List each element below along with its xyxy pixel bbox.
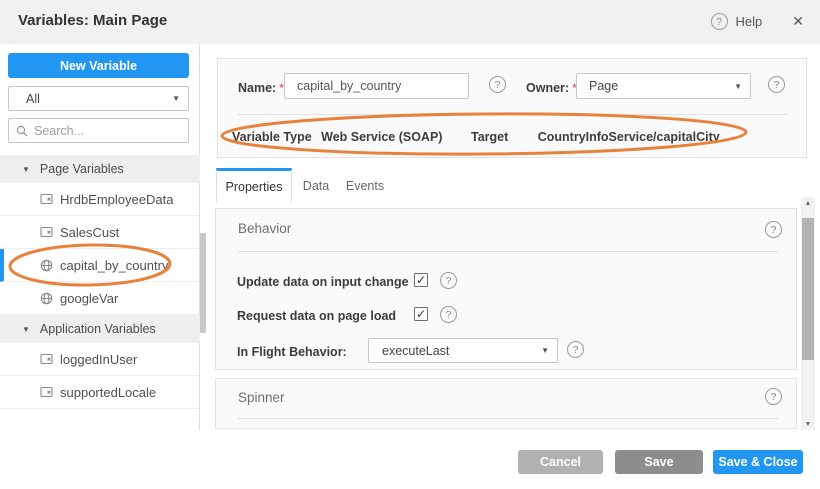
sidebar-item-label: capital_by_country [60,258,168,273]
sidebar-scrollbar-thumb[interactable] [200,233,206,333]
spinner-title: Spinner [238,390,285,405]
sidebar-item-label: googleVar [60,291,118,306]
in-flight-behavior-help-icon[interactable]: ? [567,341,584,358]
variable-type-value: Web Service (SOAP) [321,130,442,144]
section-collapse-icon: ▼ [22,325,30,334]
variable-summary-panel: Name:* capital_by_country ? Owner:* Page… [217,58,807,158]
section-divider [238,251,778,252]
update-data-label: Update data on input change [237,275,409,289]
sidebar-item-googlevar[interactable]: googleVar [0,282,199,315]
target-label: Target [471,130,508,144]
close-icon[interactable]: ✕ [792,13,804,30]
cancel-button[interactable]: Cancel [518,450,603,474]
name-label: Name: [238,81,276,95]
sidebar-item-salescust[interactable]: SalesCust [0,216,199,249]
properties-scrollbar[interactable]: ▲ ▼ [801,197,815,430]
in-flight-behavior-select[interactable]: executeLast ▼ [368,338,558,363]
section-page-variables[interactable]: ▼ Page Variables [0,155,200,183]
chevron-down-icon: ▼ [734,82,742,91]
name-help-icon[interactable]: ? [489,76,506,93]
section-application-variables[interactable]: ▼ Application Variables [0,315,200,343]
variables-dialog: Variables: Main Page ? Help ✕ New Variab… [0,0,820,489]
sidebar-item-supportedlocale[interactable]: supportedLocale [0,376,199,409]
filter-value: All [26,92,40,106]
save-button[interactable]: Save [615,450,703,474]
sidebar-item-capital-by-country[interactable]: capital_by_country [0,249,199,282]
array-variable-icon [40,226,53,238]
chevron-down-icon: ▼ [541,346,549,355]
request-data-help-icon[interactable]: ? [440,306,457,323]
name-field[interactable]: capital_by_country [284,73,469,99]
section-label: Page Variables [40,162,124,176]
spinner-help-icon[interactable]: ? [765,388,782,405]
owner-help-icon[interactable]: ? [768,76,785,93]
behavior-title: Behavior [238,221,291,236]
spinner-section: Spinner ? [215,378,797,429]
section-label: Application Variables [40,322,156,336]
variable-icon [40,386,53,398]
sidebar-item-label: SalesCust [60,225,119,240]
sidebar-item-hrdbemployeedata[interactable]: HrdbEmployeeData [0,183,199,216]
help-link[interactable]: Help [736,14,763,29]
update-data-checkbox[interactable]: ✓ [414,273,428,287]
tab-data[interactable]: Data [294,168,338,203]
search-icon [16,125,28,137]
name-value: capital_by_country [297,79,401,93]
request-data-label: Request data on page load [237,309,396,323]
variable-search[interactable] [8,118,189,143]
owner-select[interactable]: Page ▼ [576,73,751,99]
array-variable-icon [40,193,53,205]
in-flight-behavior-value: executeLast [382,344,449,358]
web-service-icon [40,259,53,272]
help-icon[interactable]: ? [711,13,728,30]
behavior-help-icon[interactable]: ? [765,221,782,238]
owner-value: Page [589,79,618,93]
sidebar-item-label: HrdbEmployeeData [60,192,173,207]
sidebar-item-label: loggedInUser [60,352,137,367]
section-collapse-icon: ▼ [22,165,30,174]
update-data-help-icon[interactable]: ? [440,272,457,289]
scroll-up-icon[interactable]: ▲ [801,197,815,209]
in-flight-behavior-label: In Flight Behavior: [237,345,347,359]
search-input[interactable] [34,124,174,138]
target-value: CountryInfoService/capitalCity [538,130,720,144]
request-data-checkbox[interactable]: ✓ [414,307,428,321]
variable-type-label: Variable Type [232,130,312,144]
scrollbar-thumb[interactable] [802,218,814,360]
chevron-down-icon: ▼ [172,94,180,103]
behavior-section: Behavior ? Update data on input change ✓… [215,208,797,370]
section-divider [238,418,778,419]
dialog-title: Variables: Main Page [18,12,167,29]
variable-filter-select[interactable]: All ▼ [8,86,189,111]
tab-properties[interactable]: Properties [216,168,292,203]
owner-label: Owner: [526,81,569,95]
sidebar-item-label: supportedLocale [60,385,156,400]
variable-icon [40,353,53,365]
dialog-titlebar: Variables: Main Page ? Help ✕ [0,0,820,44]
save-and-close-button[interactable]: Save & Close [713,450,803,474]
new-variable-button[interactable]: New Variable [8,53,189,78]
variables-sidebar: New Variable All ▼ ▼ Page Variables Hrdb… [0,44,200,430]
web-service-icon [40,292,53,305]
sidebar-item-loggedinuser[interactable]: loggedInUser [0,343,199,376]
scroll-down-icon[interactable]: ▼ [801,418,815,430]
tab-events[interactable]: Events [340,168,390,203]
form-divider [238,114,788,115]
